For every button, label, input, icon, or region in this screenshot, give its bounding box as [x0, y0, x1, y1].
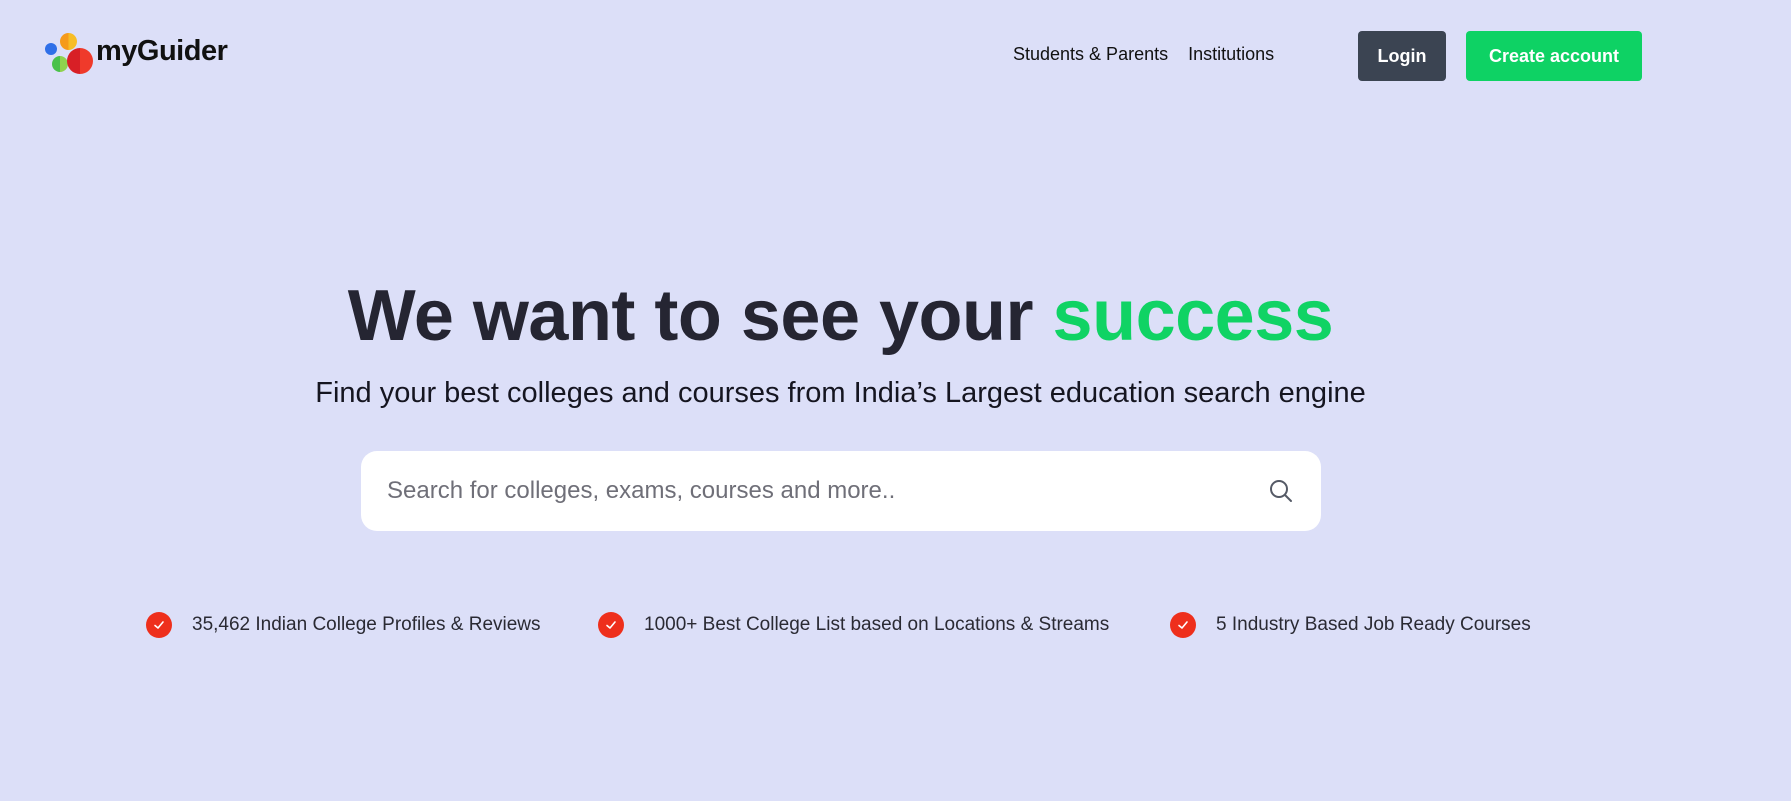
- feature-item: 1000+ Best College List based on Locatio…: [598, 612, 1109, 638]
- search-bar: [361, 451, 1321, 531]
- feature-item: 35,462 Indian College Profiles & Reviews: [146, 612, 541, 638]
- check-icon: [598, 612, 624, 638]
- nav-item-institutions[interactable]: Institutions: [1188, 44, 1274, 65]
- logo-dot-red: [67, 48, 93, 74]
- landing-page: myGuider Students & Parents Institutions…: [0, 0, 1791, 801]
- search-input[interactable]: [385, 476, 1267, 506]
- search-icon[interactable]: [1267, 477, 1295, 505]
- hero-title-main: We want to see your: [347, 276, 1053, 356]
- site-header: myGuider Students & Parents Institutions…: [0, 0, 1791, 110]
- hero-subtitle: Find your best colleges and courses from…: [315, 377, 1366, 409]
- logo-dots-icon: [44, 32, 94, 76]
- logo-dot-orange: [60, 33, 77, 50]
- feature-text: 5 Industry Based Job Ready Courses: [1216, 614, 1531, 635]
- feature-text: 35,462 Indian College Profiles & Reviews: [192, 614, 541, 635]
- feature-item: 5 Industry Based Job Ready Courses: [1170, 612, 1531, 638]
- login-button[interactable]: Login: [1358, 31, 1446, 81]
- brand-name: myGuider: [96, 34, 228, 67]
- logo-dot-blue: [45, 43, 57, 55]
- logo-dot-green: [52, 56, 68, 72]
- feature-text: 1000+ Best College List based on Locatio…: [644, 614, 1110, 635]
- check-icon: [1170, 612, 1196, 638]
- brand-logo[interactable]: myGuider: [44, 32, 228, 76]
- hero-title-accent: success: [1052, 276, 1334, 356]
- main-nav: Students & Parents Institutions: [1013, 44, 1274, 65]
- hero-title: We want to see your success: [0, 272, 1681, 360]
- feature-list: 35,462 Indian College Profiles & Reviews…: [0, 612, 1791, 642]
- create-account-button[interactable]: Create account: [1466, 31, 1642, 81]
- check-icon: [146, 612, 172, 638]
- nav-item-students-parents[interactable]: Students & Parents: [1013, 44, 1168, 65]
